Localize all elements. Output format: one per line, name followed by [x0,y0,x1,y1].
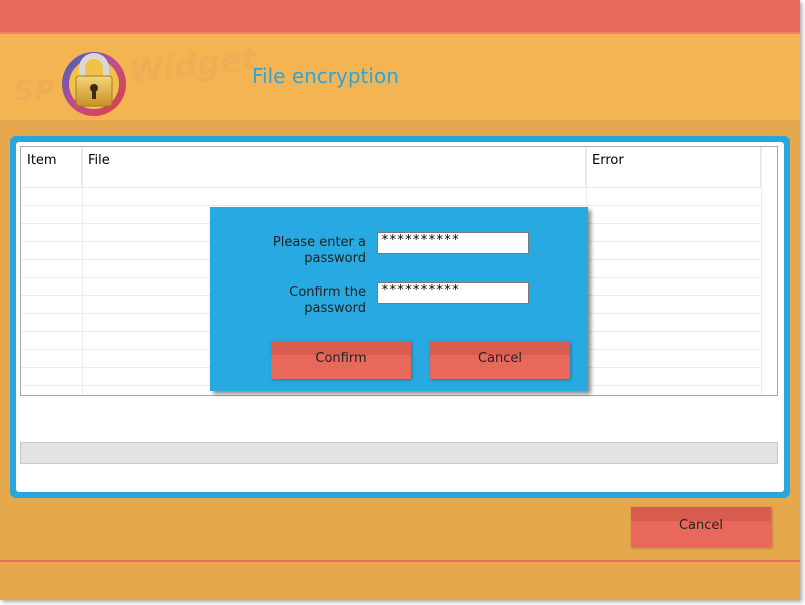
dialog-cancel-button-label: Cancel [477,351,523,366]
confirm-label-line1: Confirm the [289,285,366,300]
top-bar [0,0,800,32]
app-window: SP Widget File encryption Item File Erro… [0,0,800,600]
password-label: Please enter a password [250,235,366,267]
table-row [21,205,761,206]
cancel-button[interactable]: Cancel [631,507,771,547]
padlock-icon [62,52,126,116]
bottom-bar [0,562,800,600]
logo-text-right: Widget [126,39,259,91]
page-title: File encryption [252,64,399,88]
confirm-button[interactable]: Confirm [271,341,411,379]
password-label-line2: password [304,251,366,266]
confirm-button-label: Confirm [315,351,367,366]
table-grid-line [82,147,83,395]
table-grid-line [761,147,762,395]
password-input[interactable]: ********** [377,232,529,254]
cancel-button-label: Cancel [678,518,724,533]
logo-text-left: SP [14,74,55,107]
progress-bar [20,442,778,464]
confirm-password-input[interactable]: ********** [377,282,529,304]
app-logo: SP Widget [10,38,259,116]
column-header-file[interactable]: File [82,147,586,187]
password-label-line1: Please enter a [272,235,366,250]
column-header-item[interactable]: Item [21,147,82,187]
confirm-label-line2: password [304,301,366,316]
confirm-password-label: Confirm the password [250,285,366,317]
dialog-cancel-button[interactable]: Cancel [430,341,570,379]
password-dialog: Please enter a password ********** Confi… [210,207,588,391]
table-row [21,187,761,188]
header: SP Widget File encryption [0,34,800,120]
column-header-error[interactable]: Error [586,147,761,187]
